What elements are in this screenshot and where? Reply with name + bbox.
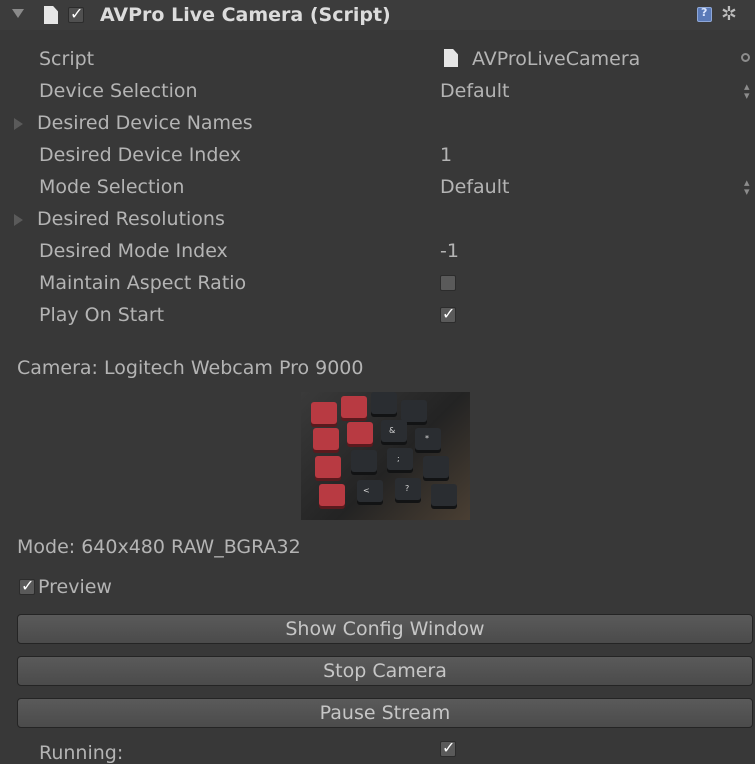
field-mode-selection: Mode Selection Default ▴ ▾ [0, 171, 755, 203]
field-label: Script [39, 48, 95, 70]
keycap [357, 480, 383, 502]
field-label: Mode Selection [39, 176, 185, 198]
script-file-icon [44, 6, 58, 24]
component-title: AVPro Live Camera (Script) [100, 4, 391, 26]
checkmark-icon: ✓ [442, 738, 456, 757]
keycap [311, 402, 337, 424]
preview-checkbox[interactable]: ✓ [19, 576, 35, 595]
checkmark-icon: ✓ [21, 576, 35, 595]
help-book-icon[interactable]: ? [697, 6, 712, 22]
foldout-arrow-icon[interactable] [14, 118, 23, 130]
gear-icon[interactable]: ✲ [721, 3, 737, 25]
stop-camera-button[interactable]: Stop Camera [17, 656, 753, 686]
field-desired-resolutions[interactable]: Desired Resolutions [0, 203, 755, 235]
preview-toggle[interactable]: ✓ Preview [0, 576, 200, 600]
keycap [351, 450, 377, 472]
field-label: Play On Start [39, 304, 165, 326]
script-file-icon [444, 49, 458, 67]
keycap [319, 484, 345, 506]
play-on-start-checkbox[interactable]: ✓ [440, 304, 456, 323]
object-picker-icon[interactable] [741, 53, 750, 62]
dropdown-arrows-icon[interactable]: ▴ ▾ [744, 81, 750, 101]
field-label: Running: [39, 742, 124, 764]
show-config-window-button[interactable]: Show Config Window [17, 614, 753, 644]
foldout-arrow-icon[interactable] [12, 9, 24, 18]
keycap [315, 456, 341, 478]
camera-preview-image: & * ; ? < [301, 392, 470, 520]
field-label: Device Selection [39, 80, 198, 102]
maintain-aspect-ratio-checkbox[interactable] [440, 275, 456, 291]
desired-device-index-input[interactable]: 1 [440, 144, 452, 166]
foldout-arrow-icon[interactable] [14, 214, 23, 226]
field-label: Maintain Aspect Ratio [39, 272, 247, 294]
keycap [347, 422, 373, 444]
field-desired-device-index: Desired Device Index 1 [0, 139, 755, 171]
camera-info: Camera: Logitech Webcam Pro 9000 [17, 357, 364, 379]
pause-stream-button[interactable]: Pause Stream [17, 698, 753, 728]
keycap [431, 484, 457, 506]
preview-label[interactable]: Preview [38, 576, 112, 598]
field-label: Desired Mode Index [39, 240, 228, 262]
field-label: Desired Device Index [39, 144, 242, 166]
checkmark-icon: ✓ [70, 4, 84, 23]
field-desired-mode-index: Desired Mode Index -1 [0, 235, 755, 267]
keycap [423, 456, 449, 478]
field-play-on-start: Play On Start ✓ [0, 299, 755, 331]
running-checkbox[interactable]: ✓ [440, 738, 456, 757]
field-running: Running: ✓ [0, 738, 755, 764]
component-header[interactable]: ✓ AVPro Live Camera (Script) ? ✲ [0, 0, 755, 30]
checkmark-icon: ✓ [442, 304, 456, 323]
keycap [341, 396, 367, 418]
keycap [313, 428, 339, 450]
script-reference[interactable]: AVProLiveCamera [472, 48, 640, 70]
field-label[interactable]: Desired Device Names [37, 112, 253, 134]
field-script: Script AVProLiveCamera [0, 43, 755, 75]
device-selection-dropdown[interactable]: Default [440, 80, 509, 102]
mode-selection-dropdown[interactable]: Default [440, 176, 509, 198]
field-label[interactable]: Desired Resolutions [37, 208, 225, 230]
component-enabled-checkbox[interactable]: ✓ [68, 4, 84, 23]
dropdown-arrows-icon[interactable]: ▴ ▾ [744, 177, 750, 197]
desired-mode-index-input[interactable]: -1 [440, 240, 459, 262]
keycap [387, 448, 413, 470]
keycap [401, 400, 427, 422]
field-device-selection: Device Selection Default ▴ ▾ [0, 75, 755, 107]
field-desired-device-names[interactable]: Desired Device Names [0, 107, 755, 139]
mode-info: Mode: 640x480 RAW_BGRA32 [17, 536, 301, 558]
field-maintain-aspect-ratio: Maintain Aspect Ratio [0, 267, 755, 299]
keycap [371, 392, 397, 414]
